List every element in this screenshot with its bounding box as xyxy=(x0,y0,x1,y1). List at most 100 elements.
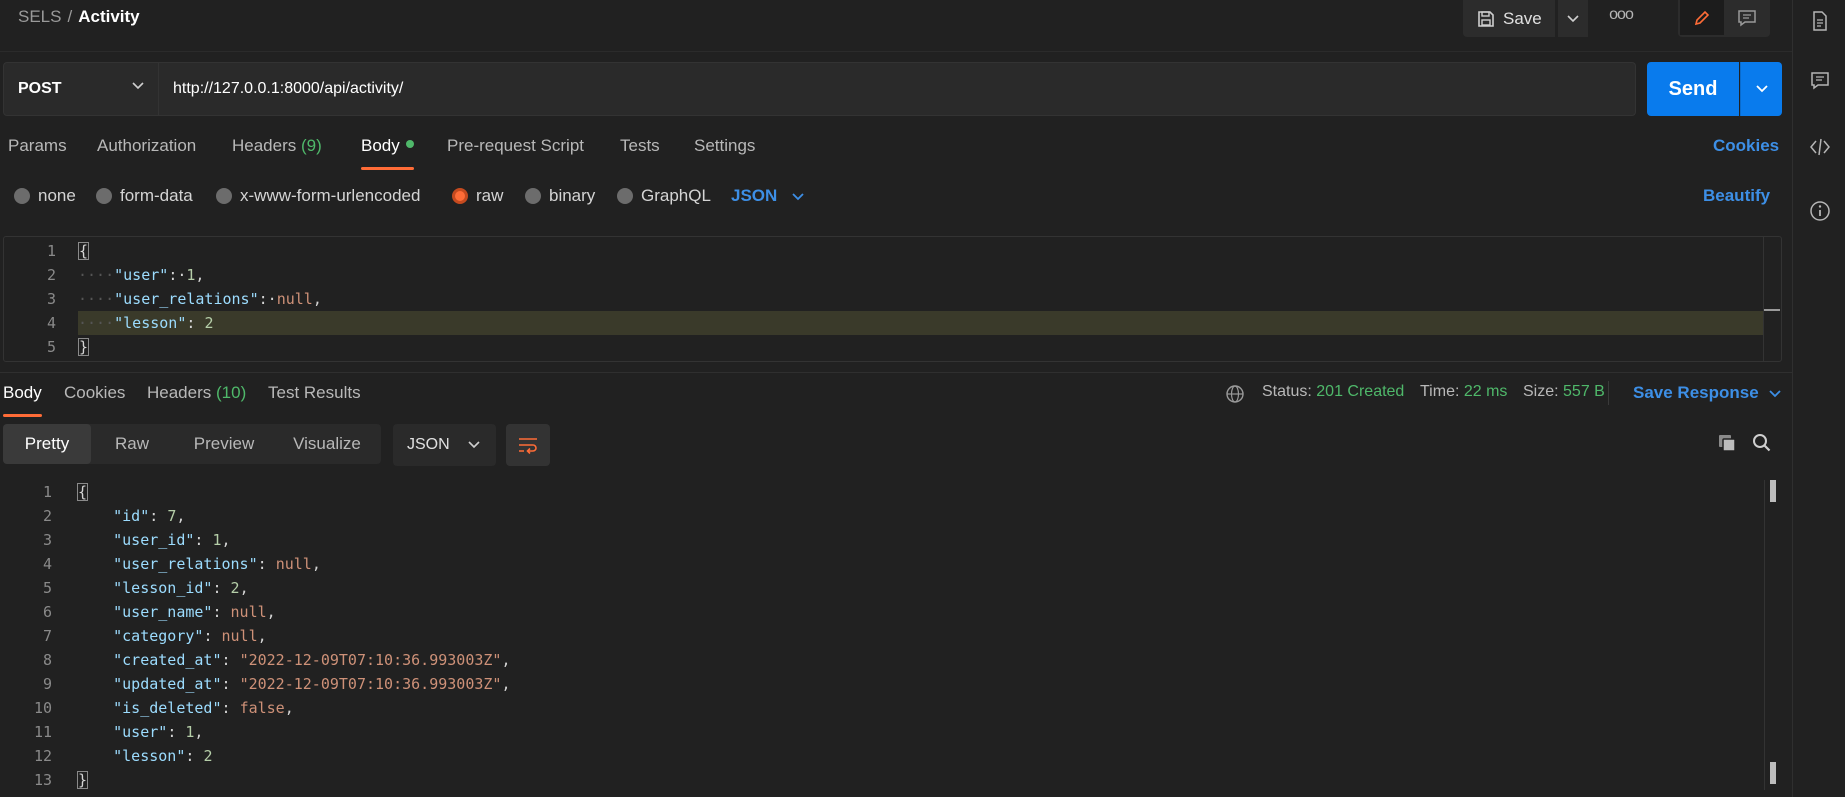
divider xyxy=(1608,381,1609,405)
line-number: 5 xyxy=(42,579,52,597)
save-button[interactable]: Save xyxy=(1463,0,1555,37)
time-value[interactable]: 22 ms xyxy=(1464,383,1508,400)
beautify-button[interactable]: Beautify xyxy=(1703,186,1770,206)
json-key: "category" xyxy=(113,627,204,645)
method-select[interactable]: POST xyxy=(3,62,159,116)
view-visualize-button[interactable]: Visualize xyxy=(277,424,377,464)
radio-label: none xyxy=(38,186,76,205)
json-key: "user_id" xyxy=(113,531,195,549)
radio-raw[interactable]: raw xyxy=(452,186,503,206)
tab-tests[interactable]: Tests xyxy=(620,136,660,172)
copy-icon[interactable] xyxy=(1716,432,1738,454)
brace: } xyxy=(78,338,90,356)
cookies-link[interactable]: Cookies xyxy=(1713,136,1779,156)
line-number: 9 xyxy=(42,675,52,693)
more-actions-button[interactable]: ooo xyxy=(1608,6,1634,28)
document-icon[interactable] xyxy=(1809,10,1831,32)
json-value: null xyxy=(230,603,267,621)
radio-circle xyxy=(617,188,633,204)
comment-icon[interactable] xyxy=(1809,70,1831,92)
code-text: ····"user":·1, xyxy=(78,266,205,284)
body-language-select[interactable]: JSON xyxy=(731,186,804,206)
response-size: Size: 557 B xyxy=(1523,383,1605,401)
pencil-icon xyxy=(1694,10,1710,25)
response-body-viewer[interactable]: 1{ 2 "id": 7, 3 "user_id": 1, 4 "user_re… xyxy=(0,480,1782,797)
search-icon[interactable] xyxy=(1751,432,1773,454)
code-line: 5 "lesson_id": 2, xyxy=(0,576,1782,600)
line-number: 7 xyxy=(42,627,52,645)
comment-mode-button[interactable] xyxy=(1726,0,1768,35)
breadcrumb-request[interactable]: Activity xyxy=(78,7,139,26)
breadcrumb-collection[interactable]: SELS xyxy=(18,7,61,26)
response-time: Time: 22 ms xyxy=(1420,383,1507,401)
url-input[interactable]: http://127.0.0.1:8000/api/activity/ xyxy=(159,62,1636,116)
json-value: 1 xyxy=(212,531,222,549)
json-key: "user_relations" xyxy=(113,555,258,573)
comment-icon xyxy=(1738,9,1756,26)
tab-body[interactable]: Body xyxy=(361,136,414,172)
json-key: "updated_at" xyxy=(113,675,222,693)
wrap-lines-button[interactable] xyxy=(506,424,550,466)
response-tab-headers[interactable]: Headers (10) xyxy=(147,383,246,419)
url-value: http://127.0.0.1:8000/api/activity/ xyxy=(173,80,404,97)
save-options-button[interactable] xyxy=(1558,0,1588,37)
tab-settings[interactable]: Settings xyxy=(694,136,755,172)
radio-none[interactable]: none xyxy=(14,186,76,206)
size-value[interactable]: 557 B xyxy=(1563,383,1605,400)
chevron-down-icon xyxy=(792,193,804,201)
request-body-editor[interactable]: 1{ 2 ····"user":·1, 3 ····"user_relations"… xyxy=(3,236,1782,362)
response-tab-cookies[interactable]: Cookies xyxy=(64,383,125,419)
radio-graphql[interactable]: GraphQL xyxy=(617,186,711,206)
code-text: "lesson": 2 xyxy=(113,747,213,765)
info-icon[interactable] xyxy=(1809,200,1831,222)
json-value: false xyxy=(239,699,285,717)
tab-headers[interactable]: Headers (9) xyxy=(232,136,322,172)
json-value: 2 xyxy=(230,579,240,597)
json-key: "user_name" xyxy=(113,603,213,621)
tab-pre-request-script[interactable]: Pre-request Script xyxy=(447,136,584,172)
radio-urlencoded[interactable]: x-www-form-urlencoded xyxy=(216,186,420,206)
code-text: } xyxy=(77,768,89,792)
code-line: 8 "created_at": "2022-12-09T07:10:36.993… xyxy=(0,648,1782,672)
radio-form-data[interactable]: form-data xyxy=(96,186,193,206)
send-button[interactable]: Send xyxy=(1647,62,1739,116)
send-options-button[interactable] xyxy=(1740,62,1782,116)
json-key: "user" xyxy=(113,723,168,741)
tab-authorization[interactable]: Authorization xyxy=(97,136,196,172)
view-raw-button[interactable]: Raw xyxy=(99,424,165,464)
response-scrollbar[interactable] xyxy=(1764,480,1782,790)
code-line: 7 "category": null, xyxy=(0,624,1782,648)
response-tab-body[interactable]: Body xyxy=(3,383,42,419)
response-tab-test-results[interactable]: Test Results xyxy=(268,383,361,419)
line-number: 6 xyxy=(42,603,52,621)
radio-binary[interactable]: binary xyxy=(525,186,595,206)
status-value[interactable]: 201 Created xyxy=(1316,383,1404,400)
scroll-thumb-top[interactable] xyxy=(1770,480,1776,502)
code-icon[interactable] xyxy=(1809,136,1831,158)
postman-app: SELS / Activity Save ooo POST http://127… xyxy=(0,0,1845,797)
view-pretty-button[interactable]: Pretty xyxy=(3,424,91,464)
view-preview-button[interactable]: Preview xyxy=(179,424,269,464)
brace: { xyxy=(77,483,89,501)
radio-circle xyxy=(96,188,112,204)
code-text: ····"lesson": 2 xyxy=(78,314,214,332)
request-tabs: Params Authorization Headers (9) Body Pr… xyxy=(0,136,1792,172)
line-number: 1 xyxy=(46,242,56,260)
code-text: "user_name": null, xyxy=(113,603,276,621)
status-label: Status: xyxy=(1262,383,1312,400)
breadcrumb: SELS / Activity xyxy=(18,7,140,27)
scroll-thumb-bottom[interactable] xyxy=(1770,762,1776,784)
line-number: 4 xyxy=(42,555,52,573)
edit-mode-button[interactable] xyxy=(1680,0,1724,35)
globe-icon[interactable] xyxy=(1225,384,1245,404)
code-line: 6 "user_name": null, xyxy=(0,600,1782,624)
tab-params[interactable]: Params xyxy=(8,136,67,172)
response-format-select[interactable]: JSON xyxy=(393,424,496,466)
save-response-button[interactable]: Save Response xyxy=(1633,383,1782,403)
line-number: 13 xyxy=(33,771,52,789)
request-editor-scrollbar[interactable] xyxy=(1763,237,1781,361)
request-workspace: SELS / Activity Save ooo POST http://127… xyxy=(0,0,1792,797)
code-line: 4 "user_relations": null, xyxy=(0,552,1782,576)
brace: } xyxy=(77,771,89,789)
radio-label: form-data xyxy=(120,186,193,205)
